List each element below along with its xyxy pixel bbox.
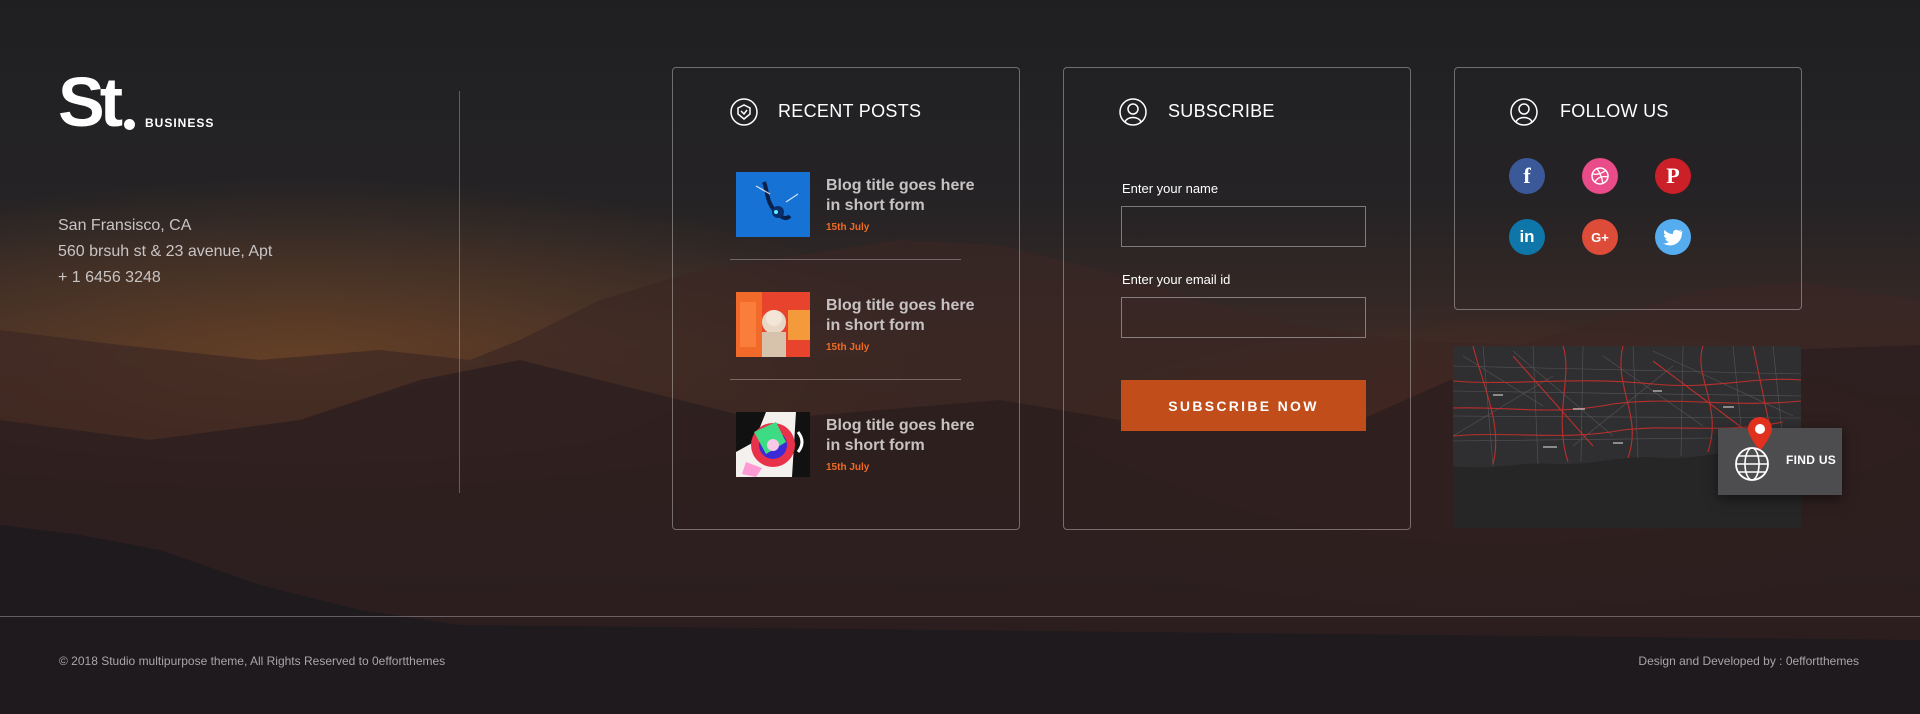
post-date: 15th July [826, 342, 870, 353]
post-item[interactable]: Blog title goes here in short form 15th … [736, 292, 974, 372]
post-separator [730, 379, 961, 380]
post-title[interactable]: Blog title goes here in short form [826, 416, 976, 456]
post-date: 15th July [826, 222, 870, 233]
recent-posts-title: RECENT POSTS [778, 101, 922, 121]
credits-text: Design and Developed by : 0effortthemes [1638, 654, 1859, 668]
post-title[interactable]: Blog title goes here in short form [826, 296, 976, 336]
post-item[interactable]: Blog title goes here in short form 15th … [736, 172, 974, 252]
user-icon [1510, 98, 1538, 126]
logo-tagline: BUSINESS [145, 116, 215, 130]
name-label: Enter your name [1122, 181, 1219, 196]
subscribe-card: SUBSCRIBE Enter your name Enter your ema… [1063, 67, 1411, 530]
find-us-label: FIND US [1786, 453, 1837, 467]
linkedin-icon[interactable]: in [1509, 219, 1545, 255]
subscribe-title: SUBSCRIBE [1168, 101, 1275, 121]
logo-text: St [58, 63, 123, 141]
post-thumbnail [736, 412, 810, 477]
linkedin-glyph: in [1519, 227, 1535, 246]
facebook-icon[interactable]: f [1509, 158, 1545, 194]
user-icon [1119, 98, 1147, 126]
twitter-glyph-icon [1663, 229, 1683, 245]
pinterest-glyph: P [1666, 163, 1680, 188]
badge-icon [730, 98, 758, 126]
dribbble-icon[interactable] [1582, 158, 1618, 194]
post-date: 15th July [826, 462, 870, 473]
name-field[interactable] [1121, 206, 1366, 247]
brand-logo[interactable]: St BUSINESS [58, 63, 215, 141]
post-separator [730, 259, 961, 260]
post-thumbnail [736, 172, 810, 237]
follow-us-title: FOLLOW US [1560, 101, 1669, 121]
contact-city: San Fransisco, CA [58, 217, 192, 234]
twitter-icon[interactable] [1655, 219, 1691, 255]
facebook-glyph: f [1523, 163, 1531, 188]
recent-posts-card: RECENT POSTS Blog title goes here in sho… [672, 67, 1020, 530]
google-plus-icon[interactable]: G+ [1582, 219, 1618, 255]
logo-dot [124, 119, 135, 130]
dribbble-glyph-icon [1591, 167, 1609, 185]
globe-icon [1735, 447, 1769, 481]
email-label: Enter your email id [1122, 272, 1231, 287]
find-us-button[interactable]: FIND US [1718, 417, 1842, 495]
footer-divider [0, 616, 1920, 617]
copyright-text: © 2018 Studio multipurpose theme, All Ri… [59, 654, 446, 668]
google-plus-glyph: G+ [1591, 229, 1609, 245]
contact-phone: + 1 6456 3248 [58, 269, 161, 286]
email-field[interactable] [1121, 297, 1366, 338]
follow-us-card: FOLLOW US f P in G+ [1454, 67, 1802, 310]
post-thumbnail [736, 292, 810, 357]
post-title[interactable]: Blog title goes here in short form [826, 176, 976, 216]
contact-address: San Fransisco, CA 560 brsuh st & 23 aven… [58, 213, 272, 291]
post-item[interactable]: Blog title goes here in short form 15th … [736, 412, 974, 492]
pinterest-icon[interactable]: P [1655, 158, 1691, 194]
subscribe-button[interactable]: SUBSCRIBE NOW [1121, 380, 1366, 431]
contact-street: 560 brsuh st & 23 avenue, Apt [58, 243, 273, 260]
vertical-divider [459, 91, 460, 493]
